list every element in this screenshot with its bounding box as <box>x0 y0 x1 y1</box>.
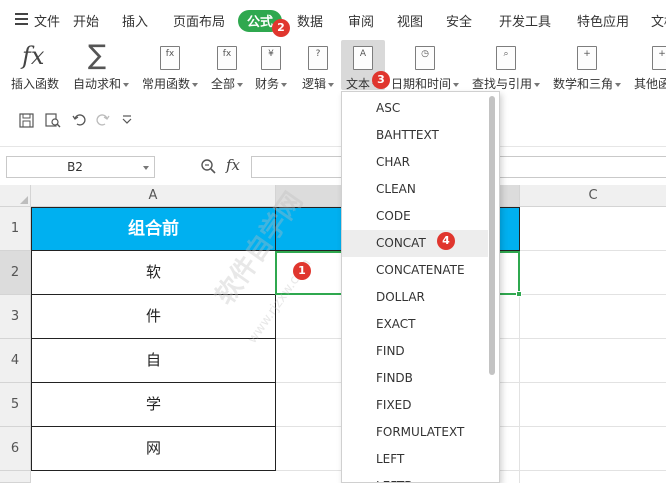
all-label: 全部 <box>211 75 244 92</box>
tab-data[interactable]: 数据 <box>297 11 323 30</box>
menu-item-concatenate[interactable]: CONCATENATE <box>342 257 488 284</box>
menu-item-asc[interactable]: ASC <box>342 95 488 122</box>
other-functions-label: 其他函 <box>634 77 666 91</box>
menu-item-exact[interactable]: EXACT <box>342 311 488 338</box>
step-badge-4: 4 <box>437 232 455 250</box>
all-functions-icon: fx <box>217 46 237 70</box>
menu-item-code[interactable]: CODE <box>342 203 488 230</box>
menu-item-leftb[interactable]: LEFTB <box>342 473 488 482</box>
row-header-1[interactable]: 1 <box>0 207 31 251</box>
menu-item-clean[interactable]: CLEAN <box>342 176 488 203</box>
other-functions-button[interactable]: + 其他函 <box>632 40 666 98</box>
zoom-icon[interactable] <box>200 158 216 174</box>
undo-icon[interactable] <box>72 113 86 127</box>
tab-developer[interactable]: 开发工具 <box>499 11 551 30</box>
date-time-label: 日期和时间 <box>391 75 460 92</box>
logical-label: 逻辑 <box>302 75 335 92</box>
tab-home[interactable]: 开始 <box>73 11 99 30</box>
print-preview-icon[interactable] <box>45 113 61 128</box>
menu-item-formulatext[interactable]: FORMULATEXT <box>342 419 488 446</box>
cell-a3[interactable]: 件 <box>31 295 276 339</box>
tab-special-apps[interactable]: 特色应用 <box>577 11 629 30</box>
insert-function-button[interactable]: fx 插入函数 <box>8 40 64 98</box>
tab-security[interactable]: 安全 <box>446 11 472 30</box>
name-box[interactable]: B2 <box>6 156 155 178</box>
common-functions-button[interactable]: fx 常用函数 <box>140 40 202 98</box>
menu-item-concat[interactable]: CONCAT <box>342 230 488 257</box>
fx-icon[interactable]: fx <box>226 156 240 174</box>
tab-view[interactable]: 视图 <box>397 11 423 30</box>
menu-item-fixed[interactable]: FIXED <box>342 392 488 419</box>
menu-item-char[interactable]: CHAR <box>342 149 488 176</box>
cell-a6[interactable]: 网 <box>31 427 276 471</box>
menu-item-find[interactable]: FIND <box>342 338 488 365</box>
hamburger-menu-icon[interactable] <box>15 13 28 25</box>
common-functions-label: 常用函数 <box>142 75 199 92</box>
all-functions-button[interactable]: fx 全部 <box>209 40 247 98</box>
lookup-icon: ⌕ <box>496 46 516 70</box>
question-icon: ? <box>308 46 328 70</box>
step-badge-2: 2 <box>272 19 290 37</box>
menu-item-bahttext[interactable]: BAHTTEXT <box>342 122 488 149</box>
sigma-icon: ∑ <box>88 40 107 71</box>
row-header-7[interactable] <box>0 471 31 483</box>
math-icon: + <box>577 46 597 70</box>
lookup-reference-button[interactable]: ⌕ 查找与引用 <box>470 40 544 98</box>
tab-insert[interactable]: 插入 <box>122 11 148 30</box>
text-a-icon: A <box>353 46 373 70</box>
cell-a4[interactable]: 自 <box>31 339 276 383</box>
formula-bar: B2 fx <box>0 146 666 184</box>
cell-a2[interactable]: 软 <box>31 251 276 295</box>
row-header-5[interactable]: 5 <box>0 383 31 427</box>
common-functions-icon: fx <box>160 46 180 70</box>
menu-item-findb[interactable]: FINDB <box>342 365 488 392</box>
text-functions-dropdown: ASC BAHTTEXT CHAR CLEAN CODE CONCAT CONC… <box>341 91 500 483</box>
dropdown-scrollbar[interactable] <box>489 96 495 375</box>
menu-bar: 文件 开始 插入 页面布局 公式 数据 审阅 视图 安全 开发工具 特色应用 文… <box>0 0 666 40</box>
logical-button[interactable]: ? 逻辑 <box>300 40 338 98</box>
text-functions-button[interactable]: A 文本 <box>343 40 383 98</box>
customize-toolbar-icon[interactable] <box>122 115 132 125</box>
file-menu[interactable]: 文件 <box>34 11 60 30</box>
step-badge-3: 3 <box>372 71 390 89</box>
chevron-down-icon <box>143 166 149 170</box>
autosum-button[interactable]: ∑ 自动求和 <box>70 40 134 98</box>
math-trig-label: 数学和三角 <box>553 75 622 92</box>
select-all-corner[interactable] <box>0 185 31 207</box>
spreadsheet-grid: A B C 1 2 3 4 5 6 组合前 软 件 自 学 网 <box>0 185 666 483</box>
menu-item-dollar[interactable]: DOLLAR <box>342 284 488 311</box>
tab-document[interactable]: 文档 <box>651 11 666 30</box>
cell-a5[interactable]: 学 <box>31 383 276 427</box>
quick-access-toolbar <box>0 98 666 146</box>
redo-icon[interactable] <box>96 113 110 127</box>
insert-function-label: 插入函数 <box>11 77 60 91</box>
tab-page-layout[interactable]: 页面布局 <box>173 11 225 30</box>
fill-handle[interactable] <box>516 291 522 297</box>
save-icon[interactable] <box>19 113 34 128</box>
financial-label: 财务 <box>255 75 288 92</box>
tab-review[interactable]: 审阅 <box>348 11 374 30</box>
lookup-reference-label: 查找与引用 <box>472 75 541 92</box>
row-header-2[interactable]: 2 <box>0 251 31 295</box>
financial-button[interactable]: ¥ 财务 <box>253 40 293 98</box>
column-header-c[interactable]: C <box>520 185 666 207</box>
formula-ribbon: fx 插入函数 ∑ 自动求和 fx 常用函数 fx 全部 ¥ 财务 ? 逻辑 A… <box>0 40 666 98</box>
yen-icon: ¥ <box>261 46 281 70</box>
menu-item-left[interactable]: LEFT <box>342 446 488 473</box>
other-functions-icon: + <box>652 46 666 70</box>
row-header-3[interactable]: 3 <box>0 295 31 339</box>
step-badge-1: 1 <box>293 262 311 280</box>
name-box-value: B2 <box>67 160 83 174</box>
row-header-4[interactable]: 4 <box>0 339 31 383</box>
date-time-button[interactable]: ◷ 日期和时间 <box>389 40 461 98</box>
column-header-a[interactable]: A <box>31 185 276 207</box>
clock-icon: ◷ <box>415 46 435 70</box>
row-header-6[interactable]: 6 <box>0 427 31 471</box>
math-trig-button[interactable]: + 数学和三角 <box>551 40 625 98</box>
autosum-label: 自动求和 <box>73 75 130 92</box>
fx-icon: fx <box>22 42 45 70</box>
cell-a1[interactable]: 组合前 <box>31 207 276 251</box>
